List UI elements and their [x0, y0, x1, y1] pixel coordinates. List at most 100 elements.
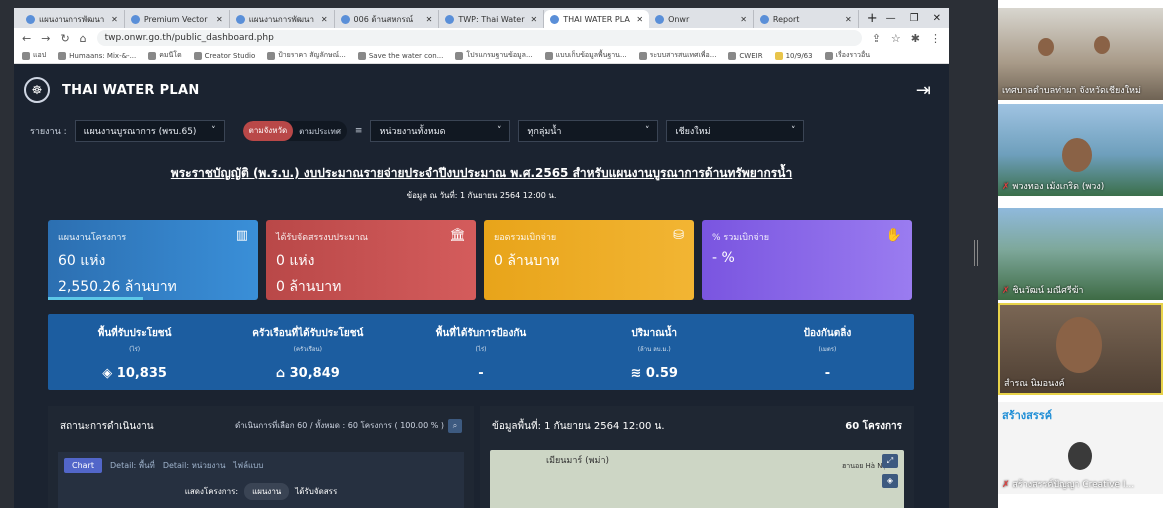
- participant-gallery: เทศบาลตำบลท่าผา จังหวัดเชียงใหม่ ✗ พวงทอ…: [998, 0, 1163, 508]
- browser-tab[interactable]: TWP: Thai Water ✕: [439, 10, 545, 28]
- chevron-down-icon: ˅: [644, 126, 650, 136]
- bookmark-item[interactable]: Creator Studio: [193, 51, 255, 60]
- card-disbursed-percent[interactable]: % รวมเบิกจ่าย - % ✋: [702, 220, 912, 300]
- stat-households: ครัวเรือนที่ได้รับประโยชน์ (ครัวเรือน) ⌂…: [252, 328, 364, 381]
- participant-tile[interactable]: เทศบาลตำบลท่าผา จังหวัดเชียงใหม่: [998, 8, 1163, 100]
- bookmark-item[interactable]: เรื่องราวอื่น: [824, 50, 870, 61]
- browser-tab[interactable]: Report ✕: [754, 10, 859, 28]
- toggle-province[interactable]: ตามจังหวัด: [242, 121, 294, 141]
- tab-favicon-icon: [130, 14, 140, 24]
- creative-logo-icon: สร้างสรรค์: [1002, 409, 1053, 422]
- participant-tile[interactable]: ✗ ชินวัฒน์ มณีศรีฆ้า: [998, 208, 1163, 300]
- back-icon[interactable]: ←: [22, 32, 31, 45]
- browser-tab[interactable]: Premium Vector ✕: [125, 10, 230, 28]
- hand-money-icon: ✋: [885, 228, 902, 243]
- fullscreen-icon[interactable]: ⤢: [882, 454, 898, 468]
- tab-chart[interactable]: Chart: [64, 458, 102, 473]
- bookmark-item[interactable]: Humaans: Mix-&-...: [58, 51, 136, 60]
- map-view[interactable]: เมียนมาร์ (พม่า) ฮานอย Hà Nội ⤢ ◈: [490, 450, 904, 508]
- close-icon[interactable]: ✕: [845, 15, 852, 24]
- panel-divider: [958, 0, 998, 508]
- bookmark-item[interactable]: 10/9/63: [774, 51, 813, 60]
- province-select[interactable]: เชียงใหม่ ˅: [666, 120, 805, 142]
- tab-detail-area[interactable]: Detail: พื้นที่: [110, 459, 155, 472]
- tab-favicon-icon: [759, 14, 769, 24]
- card-projects[interactable]: แผนงานโครงการ 60 แห่ง 2,550.26 ล้านบาท ▥: [48, 220, 258, 300]
- bookmark-item[interactable]: แบบเก็บข้อมูลพื้นฐาน...: [544, 50, 627, 61]
- browser-tab[interactable]: Onwr ✕: [649, 10, 754, 28]
- close-icon[interactable]: ✕: [636, 15, 643, 24]
- extensions-icon[interactable]: ✱: [911, 32, 920, 45]
- close-icon[interactable]: ✕: [531, 15, 538, 24]
- tab-favicon-icon: [550, 14, 560, 24]
- close-icon[interactable]: ✕: [111, 15, 118, 24]
- tab-files[interactable]: ไฟล์แบบ: [233, 459, 263, 472]
- bookmark-item[interactable]: Save the water con...: [357, 51, 443, 60]
- participant-name: ✗ สร้างสรรค์ปัญญา Creative I...: [1002, 480, 1135, 490]
- scope-toggle[interactable]: ตามจังหวัด ตามประเทศ: [242, 121, 347, 141]
- browser-tab[interactable]: แผนงานการพัฒนา ✕: [230, 10, 335, 28]
- home-icon[interactable]: ⌂: [80, 32, 87, 45]
- forward-icon[interactable]: →: [41, 32, 50, 45]
- project-display-row: แสดงโครงการ: แผนงาน ได้รับจัดสรร: [64, 483, 458, 500]
- tab-favicon-icon: [235, 14, 245, 24]
- window-controls: — ❐ ✕: [886, 10, 949, 28]
- close-icon[interactable]: ✕: [740, 15, 747, 24]
- bookmark-item[interactable]: แอป: [22, 50, 46, 61]
- new-tab-button[interactable]: +: [859, 10, 886, 28]
- apps-icon: [22, 51, 30, 60]
- avatar: [1038, 38, 1054, 56]
- basin-select[interactable]: ทุกลุ่มน้ำ ˅: [518, 120, 659, 142]
- card-allocated[interactable]: ได้รับจัดสรรงบประมาณ 0 แห่ง 0 ล้านบาท 🏛: [266, 220, 476, 300]
- search-icon[interactable]: ⌕: [448, 419, 462, 433]
- bookmark-item[interactable]: คมนีโด: [148, 50, 182, 61]
- logout-icon[interactable]: ⇥: [916, 80, 931, 101]
- star-icon[interactable]: ☆: [891, 32, 901, 45]
- browser-tab[interactable]: แผนงานการพัฒนา ✕: [20, 10, 125, 28]
- url-input[interactable]: twp.onwr.go.th/public_dashboard.php: [96, 30, 862, 46]
- resize-handle[interactable]: [974, 240, 978, 266]
- tab-detail-agency[interactable]: Detail: หน่วยงาน: [163, 459, 226, 472]
- report-select[interactable]: แผนงานบูรณาการ (พรบ.65) ˅: [74, 120, 225, 142]
- avatar: [1062, 138, 1092, 172]
- chart-area: Chart Detail: พื้นที่ Detail: หน่วยงาน ไ…: [58, 452, 464, 508]
- pill-allocated[interactable]: ได้รับจัดสรร: [295, 485, 337, 498]
- coins-icon: ⛁: [673, 228, 684, 243]
- chevron-down-icon: ˅: [790, 126, 796, 136]
- reading-list-icon: [824, 51, 833, 60]
- close-window-icon[interactable]: ✕: [933, 10, 941, 28]
- project-count: 60 โครงการ: [845, 420, 902, 432]
- bookmark-item[interactable]: โปรแกรมฐานข้อมูล...: [455, 50, 533, 61]
- bookmarks-bar: แอป Humaans: Mix-&-... คมนีโด Creator St…: [14, 48, 949, 64]
- pill-plan[interactable]: แผนงาน: [244, 483, 290, 500]
- participant-tile[interactable]: ✗ พวงทอง เม้งเกริด (พวง): [998, 104, 1163, 196]
- stat-bank-protection: ป้องกันตลิ่ง (เมตร) -: [803, 328, 852, 381]
- filter-bar: รายงาน : แผนงานบูรณาการ (พรบ.65) ˅ ตามจัง…: [14, 116, 949, 146]
- bookmark-item[interactable]: ป้ายราคา สัญลักษณ์...: [267, 50, 346, 61]
- data-date: ข้อมูล ณ วันที่: 1 กันยายน 2564 12:00 น.: [406, 191, 557, 200]
- card-disbursed[interactable]: ยอดรวมเบิกจ่าย 0 ล้านบาท ⛁: [484, 220, 694, 300]
- reload-icon[interactable]: ↻: [60, 32, 69, 45]
- minimize-icon[interactable]: —: [886, 10, 896, 28]
- participant-tile-active-speaker[interactable]: สำรณ นิมอนงค์: [998, 303, 1163, 395]
- shared-screen: แผนงานการพัฒนา ✕ Premium Vector ✕ แผนงานกา…: [0, 0, 958, 508]
- bookmark-item[interactable]: ระบบสารสนเทศเพื่อ...: [638, 50, 716, 61]
- share-icon[interactable]: ⇪: [872, 32, 881, 45]
- chevron-down-icon: ˅: [211, 126, 216, 136]
- close-icon[interactable]: ✕: [426, 15, 433, 24]
- agency-select[interactable]: หน่วยงานทั้งหมด ˅: [370, 120, 511, 142]
- close-icon[interactable]: ✕: [321, 15, 328, 24]
- bookmark-item[interactable]: CWEIR: [728, 51, 763, 60]
- close-icon[interactable]: ✕: [216, 15, 223, 24]
- browser-tab-active[interactable]: THAI WATER PLA ✕: [544, 10, 650, 28]
- layers-icon[interactable]: ◈: [882, 474, 898, 488]
- main-title[interactable]: พระราชบัญญัติ (พ.ร.บ.) งบประมาณรายจ่ายปร…: [14, 164, 949, 183]
- maximize-icon[interactable]: ❐: [910, 10, 919, 28]
- browser-tab[interactable]: 006 ด้านสหกรณ์ ✕: [335, 10, 440, 28]
- menu-icon[interactable]: ⋮: [930, 32, 949, 45]
- house-icon: ⌂: [275, 366, 290, 381]
- chevron-down-icon: ˅: [496, 126, 502, 136]
- participant-tile[interactable]: สร้างสรรค์ ✗ สร้างสรรค์ปัญญา Creative I.…: [998, 402, 1163, 494]
- title-block: พระราชบัญญัติ (พ.ร.บ.) งบประมาณรายจ่ายปร…: [14, 164, 949, 202]
- toggle-country[interactable]: ตามประเทศ: [293, 125, 347, 138]
